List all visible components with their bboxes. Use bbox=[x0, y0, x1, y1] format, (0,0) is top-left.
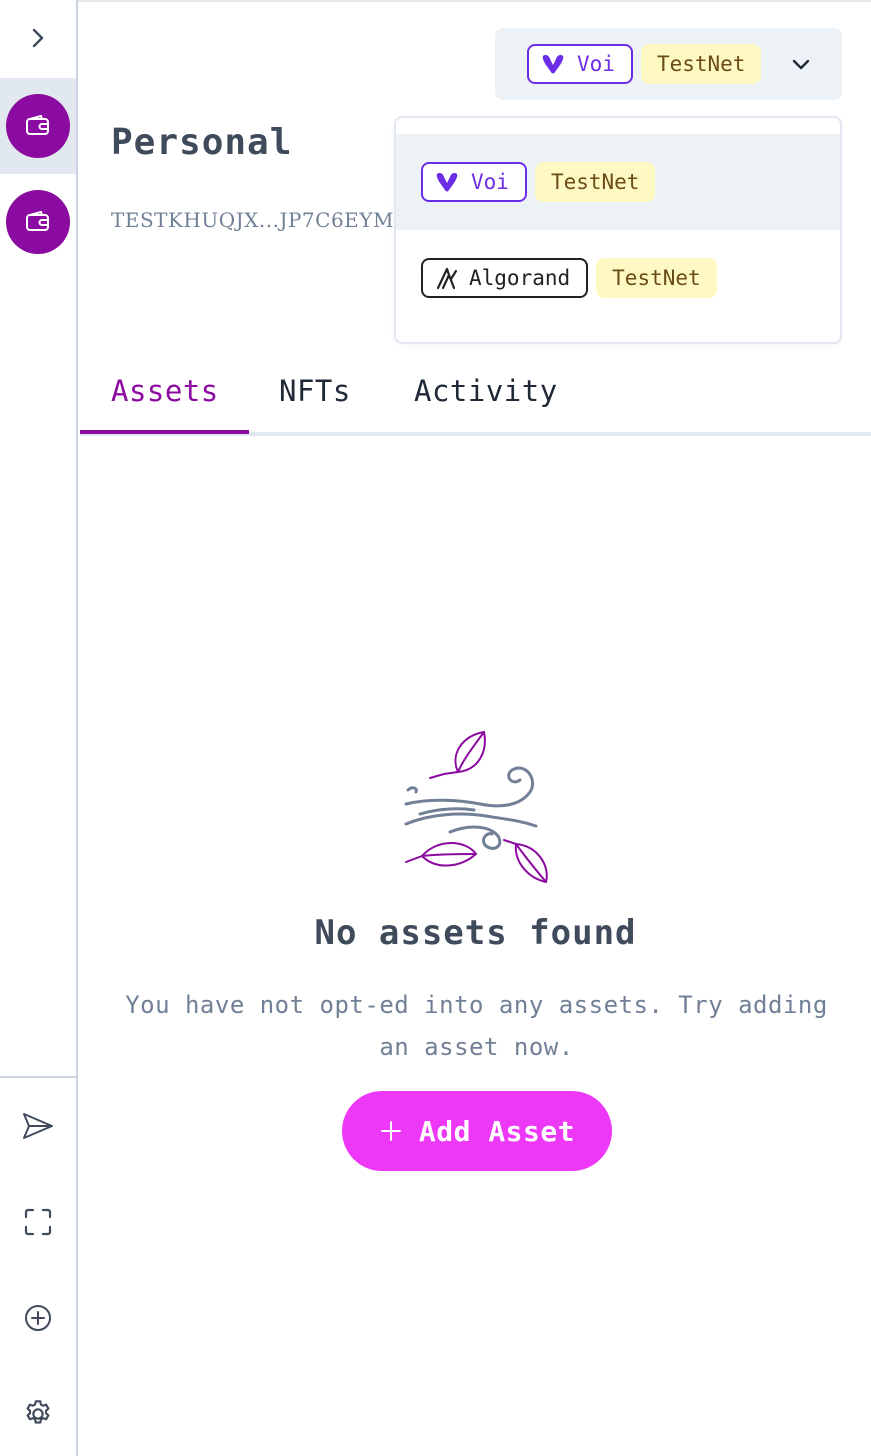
tab-activity[interactable]: Activity bbox=[414, 374, 558, 408]
testnet-badge: TestNet bbox=[640, 44, 762, 84]
tab-assets[interactable]: Assets bbox=[111, 374, 219, 408]
account-address[interactable]: TESTKHUQJX...JP7C6EYM6 bbox=[111, 208, 395, 232]
network-name: Voi bbox=[577, 52, 615, 76]
chevron-right-icon bbox=[32, 28, 44, 48]
chevron-down-icon bbox=[792, 59, 810, 70]
sidebar-divider bbox=[0, 1076, 76, 1078]
network-option-algorand[interactable]: Algorand TestNet bbox=[396, 230, 840, 326]
add-asset-button[interactable]: Add Asset bbox=[342, 1091, 612, 1171]
scan-qr-button[interactable] bbox=[0, 1184, 76, 1260]
testnet-badge: TestNet bbox=[534, 162, 656, 202]
tab-nfts[interactable]: NFTs bbox=[279, 374, 351, 408]
network-dropdown-menu: Voi TestNet Algorand TestNet bbox=[394, 116, 842, 344]
network-chip: Algorand bbox=[421, 258, 589, 298]
network-select[interactable]: Voi TestNet bbox=[495, 28, 842, 100]
empty-state-description: You have not opt-ed into any assets. Try… bbox=[125, 991, 828, 1061]
voi-icon bbox=[436, 173, 458, 192]
network-name: Algorand bbox=[469, 266, 571, 290]
send-button[interactable] bbox=[0, 1088, 76, 1164]
expand-sidebar-button[interactable] bbox=[0, 0, 76, 76]
active-tab-indicator bbox=[80, 430, 249, 434]
add-account-button[interactable] bbox=[0, 1280, 76, 1356]
network-chip: Voi bbox=[527, 44, 633, 84]
testnet-badge: TestNet bbox=[596, 258, 717, 298]
sidebar bbox=[0, 0, 78, 1456]
network-chip: Voi bbox=[421, 162, 527, 202]
plus-icon bbox=[380, 1121, 401, 1141]
voi-icon bbox=[542, 55, 564, 74]
gear-icon bbox=[26, 1400, 50, 1424]
sidebar-account-1[interactable] bbox=[0, 78, 76, 174]
empty-state-title: No assets found bbox=[314, 913, 637, 953]
algorand-icon bbox=[436, 267, 458, 290]
top-border bbox=[0, 0, 871, 2]
send-icon bbox=[23, 1113, 53, 1139]
avatar bbox=[6, 94, 70, 158]
wallet-icon bbox=[26, 115, 49, 135]
wind-leaves-icon bbox=[404, 730, 548, 884]
wallet-icon bbox=[26, 211, 49, 231]
network-name: Voi bbox=[471, 170, 509, 194]
sidebar-account-2[interactable] bbox=[0, 174, 76, 270]
account-name: Personal bbox=[111, 122, 293, 163]
tab-bar: Assets NFTs Activity bbox=[80, 360, 871, 436]
avatar bbox=[6, 190, 70, 254]
settings-button[interactable] bbox=[0, 1376, 76, 1452]
plus-circle-icon bbox=[25, 1305, 51, 1331]
network-option-voi[interactable]: Voi TestNet bbox=[396, 134, 840, 230]
scan-icon bbox=[24, 1208, 52, 1236]
add-asset-label: Add Asset bbox=[418, 1114, 576, 1148]
